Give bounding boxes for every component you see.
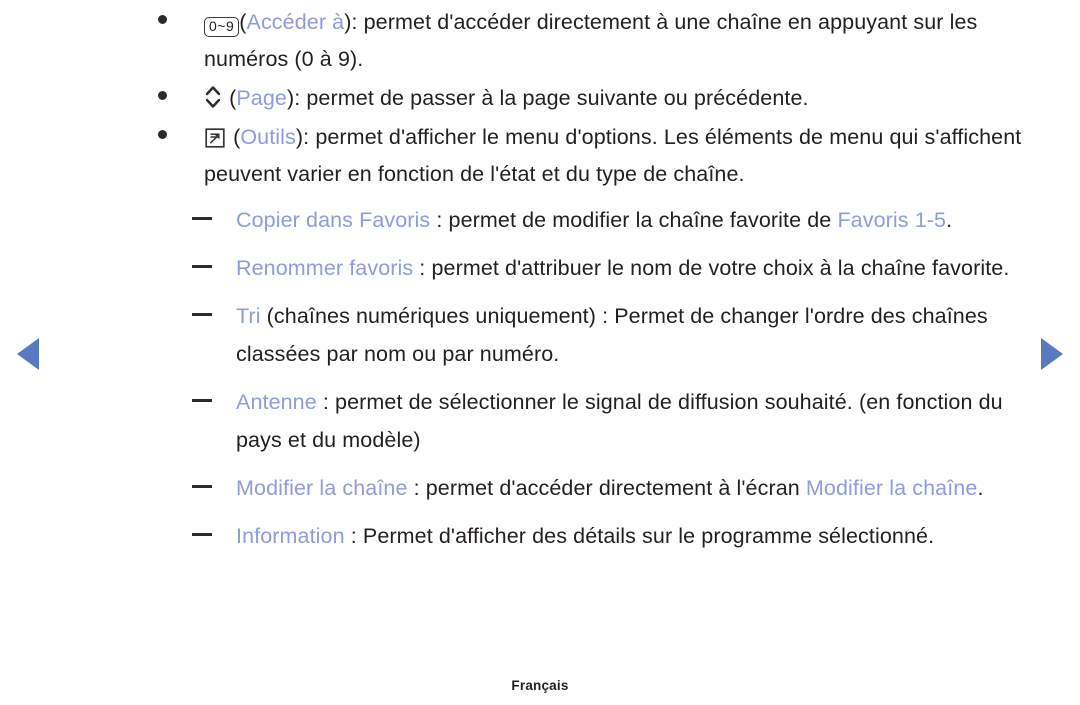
footer-language-label: Français: [511, 678, 569, 693]
term-modifier-la-chaine-ref: Modifier la chaîne: [805, 476, 978, 500]
term-information: Information: [236, 524, 345, 548]
sub-item-description: : permet de modifier la chaîne favorite …: [430, 208, 838, 232]
term-antenne: Antenne: [236, 390, 317, 414]
bullet-marker-icon: [158, 91, 167, 100]
sub-item-line: Modifier la chaîne : permet d'accéder di…: [236, 469, 1032, 507]
sub-item-line: Tri (chaînes numériques uniquement) : Pe…: [236, 297, 1032, 373]
bullet-marker-icon: [158, 15, 167, 24]
dash-marker-icon: [192, 399, 212, 402]
bullet-marker-icon: [158, 130, 167, 139]
sub-item-description: : Permet d'afficher des détails sur le p…: [344, 524, 935, 548]
bullet-line: (Outils): permet d'afficher le menu d'op…: [204, 119, 1032, 193]
sub-item-line: Renommer favoris : permet d'attribuer le…: [236, 249, 1032, 287]
sub-option-list: Copier dans Favoris : permet de modifier…: [152, 201, 1032, 555]
page-up-down-icon: [204, 84, 222, 110]
term-copier-dans-favoris: Copier dans Favoris: [236, 208, 431, 232]
bullet-description: ): permet de passer à la page suivante o…: [286, 86, 809, 110]
term-renommer-favoris: Renommer favoris: [236, 256, 414, 280]
sub-item-line: Copier dans Favoris : permet de modifier…: [236, 201, 1032, 239]
paren-open: (: [239, 10, 247, 34]
bullet-line: (Page): permet de passer à la page suiva…: [204, 80, 1032, 117]
numeric-keypad-icon: 0~9: [204, 17, 240, 37]
sub-item-copier-dans-favoris: Copier dans Favoris : permet de modifier…: [190, 201, 1032, 239]
term-page: Page: [236, 86, 287, 110]
dash-marker-icon: [192, 313, 212, 316]
manual-page: 0~9 (Accéder à): permet d'accéder directe…: [0, 0, 1080, 705]
sub-item-tri: Tri (chaînes numériques uniquement) : Pe…: [190, 297, 1032, 373]
bullet-item-acceder-a: 0~9 (Accéder à): permet d'accéder directe…: [152, 4, 1032, 78]
bullet-description: ): permet d'afficher le menu d'options. …: [204, 125, 1022, 186]
sub-item-description: (chaînes numériques uniquement) : Permet…: [236, 304, 988, 366]
sub-item-information: Information : Permet d'afficher des déta…: [190, 517, 1032, 555]
sub-item-description: : permet d'accéder directement à l'écran: [407, 476, 806, 500]
sub-item-modifier-la-chaine: Modifier la chaîne : permet d'accéder di…: [190, 469, 1032, 507]
dash-marker-icon: [192, 265, 212, 268]
sub-item-description-tail: .: [946, 208, 953, 232]
sub-item-description: : permet d'attribuer le nom de votre cho…: [413, 256, 1010, 280]
dash-marker-icon: [192, 217, 212, 220]
term-outils: Outils: [240, 125, 296, 149]
bullet-line: 0~9 (Accéder à): permet d'accéder directe…: [204, 4, 1032, 78]
sub-item-description-tail: .: [977, 476, 984, 500]
sub-item-line: Information : Permet d'afficher des déta…: [236, 517, 1032, 555]
dash-marker-icon: [192, 485, 212, 488]
previous-page-arrow-icon[interactable]: [17, 338, 39, 370]
term-modifier-la-chaine: Modifier la chaîne: [236, 476, 408, 500]
sub-item-antenne: Antenne : permet de sélectionner le sign…: [190, 383, 1032, 459]
content-column: 0~9 (Accéder à): permet d'accéder directe…: [152, 4, 1032, 565]
bullet-item-outils: (Outils): permet d'afficher le menu d'op…: [152, 119, 1032, 193]
sub-item-line: Antenne : permet de sélectionner le sign…: [236, 383, 1032, 459]
term-tri: Tri: [236, 304, 261, 328]
term-favoris-1-5: Favoris 1-5: [837, 208, 947, 232]
next-page-arrow-icon[interactable]: [1041, 338, 1063, 370]
tools-icon: [204, 124, 226, 148]
dash-marker-icon: [192, 533, 212, 536]
sub-item-renommer-favoris: Renommer favoris : permet d'attribuer le…: [190, 249, 1032, 287]
term-acceder-a: Accéder à: [246, 10, 345, 34]
sub-item-description: : permet de sélectionner le signal de di…: [236, 390, 1003, 452]
bullet-item-page: (Page): permet de passer à la page suiva…: [152, 80, 1032, 117]
